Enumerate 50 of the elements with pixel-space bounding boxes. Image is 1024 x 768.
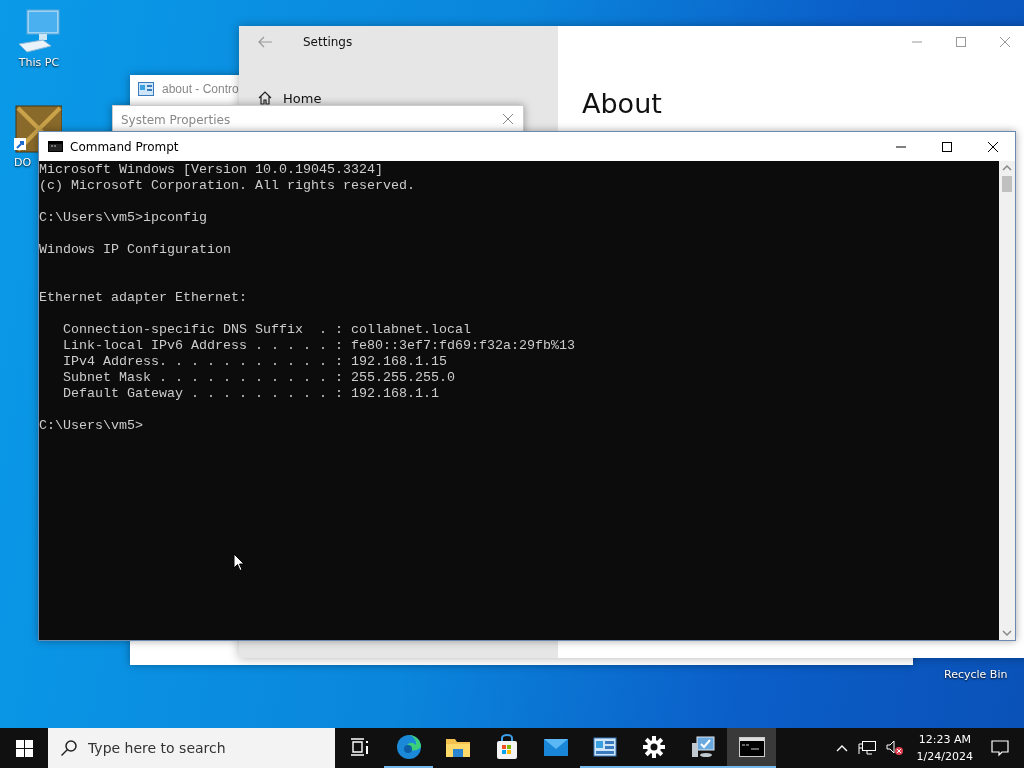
window-title: System Properties [121, 113, 231, 127]
console-line: Windows IP Configuration [39, 242, 231, 258]
console-line: IPv4 Address. . . . . . . . . . . : 192.168.1.15 [62, 354, 447, 370]
folder-icon [444, 736, 471, 758]
scroll-thumb[interactable] [1002, 176, 1012, 192]
console-icon [48, 141, 63, 152]
console-line: Microsoft Windows [Version 10.0.19045.3324] [39, 162, 383, 178]
windows-logo-icon [15, 739, 33, 757]
notifications-icon[interactable] [991, 739, 1009, 757]
console-line: Ethernet adapter Ethernet: [39, 290, 247, 306]
console-line: Subnet Mask . . . . . . . . . . . : 255.255.255.0 [62, 370, 455, 386]
network-icon[interactable] [857, 740, 876, 756]
window-title: Settings [303, 35, 353, 49]
scrollbar[interactable] [999, 161, 1015, 640]
clock-date: 1/24/2024 [916, 749, 973, 765]
shopping-bag-icon [494, 734, 519, 760]
scroll-up-icon [1002, 164, 1012, 172]
console-icon [738, 737, 765, 757]
search-icon [60, 739, 78, 757]
task-view-icon [349, 738, 370, 756]
clock-time: 12:23 AM [918, 732, 971, 748]
desktop-icon-label: Recycle Bin [944, 668, 1008, 681]
mouse-cursor-icon [233, 553, 245, 572]
console-line: Default Gateway . . . . . . . . . : 192.168.1.1 [62, 386, 439, 402]
control-panel-icon [592, 737, 617, 757]
maximize-icon[interactable] [941, 140, 953, 153]
nav-item[interactable]: Home [239, 90, 558, 106]
console-line: Link-local IPv6 Address . . . . . : fe80::3ef7:fd69:f32a:29fb%13 [62, 338, 575, 354]
scroll-down-icon [1002, 629, 1012, 637]
envelope-icon [542, 737, 569, 757]
search-field[interactable]: Type here to search [48, 728, 335, 768]
window-title: about - Contro [162, 82, 239, 96]
desktop-icon-label: DO [14, 156, 32, 169]
desktop-icon-label: This PC [18, 56, 60, 69]
settings-icon [642, 736, 665, 758]
computer-icon [690, 735, 715, 759]
console-line: Connection-specific DNS Suffix . : collabnet.local [62, 322, 471, 338]
clock[interactable]: 12:23 AM 1/24/2024 [908, 728, 981, 768]
console-line: (c) Microsoft Corporation. All rights reserved. [39, 178, 415, 194]
control-panel-icon [138, 82, 154, 96]
browser-icon [395, 734, 422, 760]
page-heading: About [582, 88, 663, 119]
muted-speaker-icon[interactable] [885, 740, 904, 756]
caret-up-icon[interactable] [835, 744, 848, 752]
window-title: Command Prompt [70, 139, 179, 154]
taskbar-app[interactable] [727, 728, 776, 768]
console-line: C:\Users\vm5> [39, 418, 143, 434]
home-icon [257, 90, 273, 106]
close-icon[interactable] [987, 140, 999, 153]
console-line: C:\Users\vm5>ipconfig [39, 210, 207, 226]
